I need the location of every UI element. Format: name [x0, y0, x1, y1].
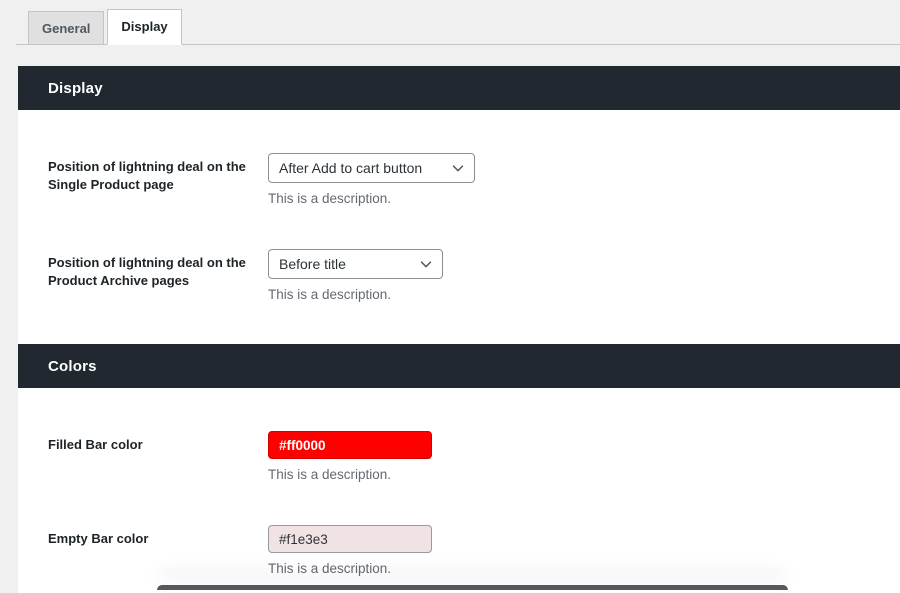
field-row-single-product-position: Position of lightning deal on the Single… — [48, 153, 900, 206]
tab-display[interactable]: Display — [107, 9, 181, 45]
empty-bar-color-input[interactable] — [268, 525, 432, 553]
section-body-colors: Filled Bar color This is a description. … — [18, 431, 900, 593]
tab-general[interactable]: General — [28, 11, 104, 45]
filled-bar-color-input[interactable] — [268, 431, 432, 459]
field-label: Position of lightning deal on the Single… — [48, 153, 268, 206]
field-description: This is a description. — [268, 467, 432, 482]
field-control: Before title This is a description. — [268, 249, 443, 302]
section-title: Display — [48, 80, 103, 97]
field-row-empty-bar-color: Empty Bar color This is a description. — [48, 525, 900, 576]
bottom-overlay-edge — [157, 585, 788, 590]
field-label: Empty Bar color — [48, 525, 268, 576]
field-control: After Add to cart button This is a descr… — [268, 153, 475, 206]
section-title: Colors — [48, 358, 97, 375]
field-row-filled-bar-color: Filled Bar color This is a description. — [48, 431, 900, 482]
section-header-colors: Colors — [18, 344, 900, 388]
section-body-display: Position of lightning deal on the Single… — [18, 153, 900, 344]
single-product-position-select-wrap: After Add to cart button — [268, 153, 475, 183]
single-product-position-select[interactable]: After Add to cart button — [268, 153, 475, 183]
field-description: This is a description. — [268, 191, 475, 206]
field-description: This is a description. — [268, 287, 443, 302]
archive-position-select-wrap: Before title — [268, 249, 443, 279]
field-control: This is a description. — [268, 525, 432, 576]
settings-panel: Display Position of lightning deal on th… — [18, 66, 900, 593]
archive-position-select[interactable]: Before title — [268, 249, 443, 279]
tabs-row: General Display — [16, 9, 900, 44]
field-row-archive-position: Position of lightning deal on the Produc… — [48, 249, 900, 302]
field-label: Filled Bar color — [48, 431, 268, 482]
field-description: This is a description. — [268, 561, 432, 576]
tab-bar: General Display — [16, 0, 900, 45]
field-label: Position of lightning deal on the Produc… — [48, 249, 268, 302]
field-control: This is a description. — [268, 431, 432, 482]
section-header-display: Display — [18, 66, 900, 110]
